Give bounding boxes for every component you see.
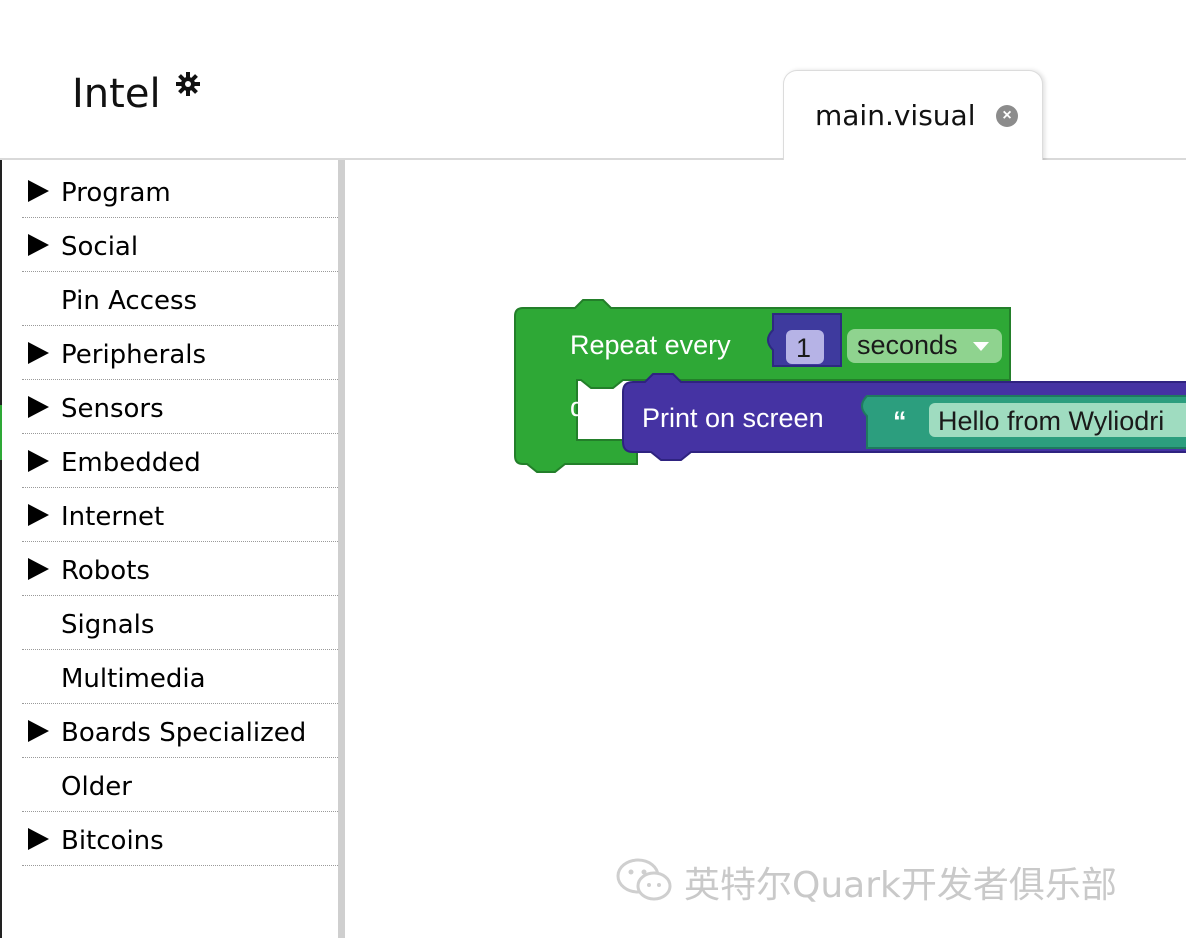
header: Intel main.visual × bbox=[0, 0, 1186, 163]
wechat-icon bbox=[616, 858, 672, 901]
expand-arrow-icon[interactable] bbox=[28, 828, 49, 850]
sidebar-item-social[interactable]: Social bbox=[22, 218, 338, 272]
sidebar-item-label: Program bbox=[61, 178, 171, 208]
close-icon[interactable]: × bbox=[996, 105, 1018, 127]
sidebar-item-label: Pin Access bbox=[61, 286, 198, 316]
text-value[interactable]: Hello from Wyliodri bbox=[938, 406, 1164, 436]
sidebar-item-label: Social bbox=[61, 232, 139, 262]
sidebar-item-internet[interactable]: Internet bbox=[22, 488, 338, 542]
sidebar-item-program[interactable]: Program bbox=[22, 164, 338, 218]
expand-arrow-icon[interactable] bbox=[28, 558, 49, 580]
repeat-label: Repeat every bbox=[570, 330, 731, 360]
sidebar-item-label: Older bbox=[61, 772, 132, 802]
quote-icon: “ bbox=[893, 406, 907, 436]
blocks-canvas[interactable]: Repeat every 1 seconds do Print on scree… bbox=[345, 160, 1186, 938]
sidebar-item-label: Sensors bbox=[61, 394, 164, 424]
do-label: do bbox=[570, 392, 600, 422]
sidebar-item-label: Internet bbox=[61, 502, 165, 532]
number-value[interactable]: 1 bbox=[796, 333, 811, 363]
expand-arrow-icon[interactable] bbox=[28, 720, 49, 742]
gear-icon[interactable] bbox=[175, 71, 201, 97]
sidebar-item-label: Signals bbox=[61, 610, 155, 640]
watermark: 英特尔Quark开发者俱乐部 bbox=[614, 852, 1154, 908]
tab-main-visual[interactable]: main.visual × bbox=[783, 70, 1043, 163]
expand-arrow-icon[interactable] bbox=[28, 504, 49, 526]
sidebar-item-multimedia[interactable]: Multimedia bbox=[22, 650, 338, 704]
sidebar-item-bitcoins[interactable]: Bitcoins bbox=[22, 812, 338, 866]
sidebar-item-sensors[interactable]: Sensors bbox=[22, 380, 338, 434]
sidebar-resize-handle[interactable] bbox=[338, 160, 345, 938]
sidebar-item-boards-specialized[interactable]: Boards Specialized bbox=[22, 704, 338, 758]
sidebar-item-label: Boards Specialized bbox=[61, 718, 307, 748]
sidebar-item-older[interactable]: Older bbox=[22, 758, 338, 812]
expand-arrow-icon[interactable] bbox=[28, 396, 49, 418]
sidebar-item-label: Robots bbox=[61, 556, 150, 586]
expand-arrow-icon[interactable] bbox=[28, 450, 49, 472]
sidebar-item-pin-access[interactable]: Pin Access bbox=[22, 272, 338, 326]
sidebar-item-label: Bitcoins bbox=[61, 826, 164, 856]
sidebar-item-label: Multimedia bbox=[61, 664, 206, 694]
sidebar-item-embedded[interactable]: Embedded bbox=[22, 434, 338, 488]
unit-dropdown-label: seconds bbox=[857, 330, 958, 360]
print-label: Print on screen bbox=[642, 403, 824, 433]
sidebar-item-robots[interactable]: Robots bbox=[22, 542, 338, 596]
expand-arrow-icon[interactable] bbox=[28, 180, 49, 202]
expand-arrow-icon[interactable] bbox=[28, 342, 49, 364]
sidebar: Program Social Pin Access Peripherals Sensor… bbox=[2, 160, 340, 938]
sidebar-item-label: Peripherals bbox=[61, 340, 207, 370]
tab-label: main.visual bbox=[815, 99, 976, 132]
blocks-workspace[interactable]: Repeat every 1 seconds do Print on scree… bbox=[345, 160, 1186, 938]
app-title: Intel bbox=[72, 71, 161, 117]
expand-arrow-icon[interactable] bbox=[28, 234, 49, 256]
sidebar-item-peripherals[interactable]: Peripherals bbox=[22, 326, 338, 380]
watermark-text: 英特尔Quark开发者俱乐部 bbox=[684, 865, 1117, 906]
sidebar-item-label: Embedded bbox=[61, 448, 201, 478]
sidebar-item-signals[interactable]: Signals bbox=[22, 596, 338, 650]
